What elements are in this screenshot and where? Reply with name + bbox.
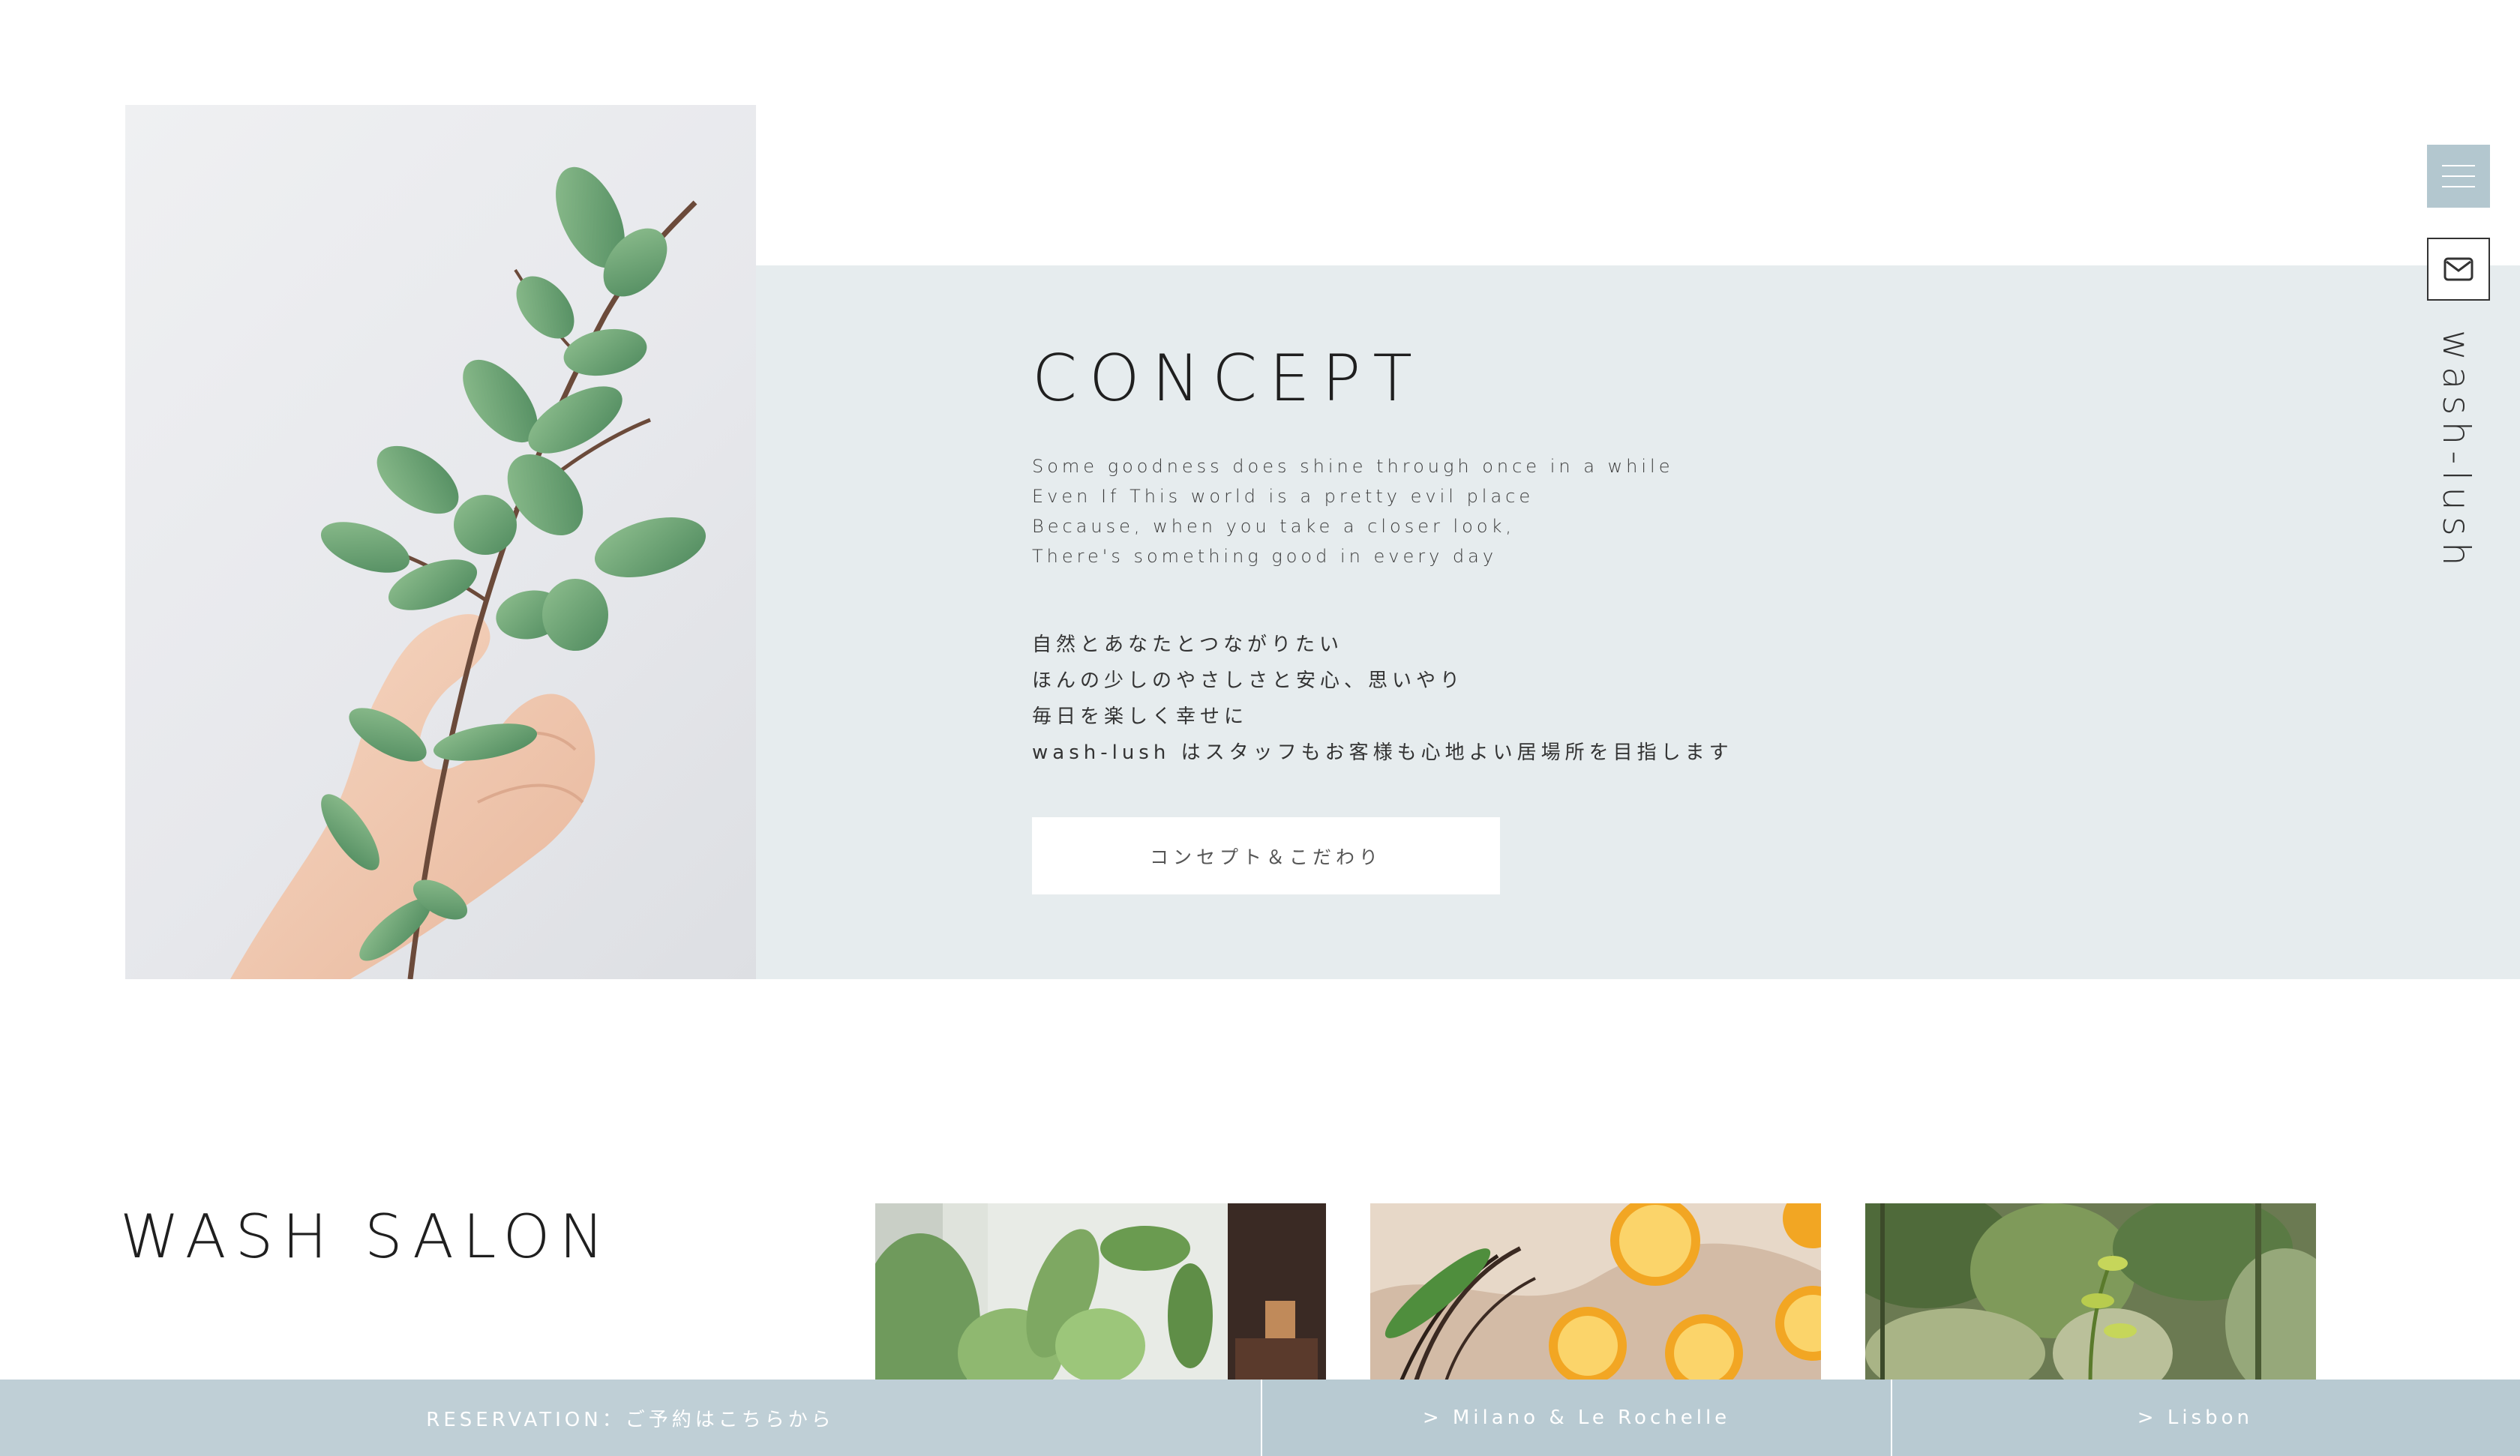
- hamburger-icon: [2442, 175, 2475, 177]
- concept-japanese-line: 毎日を楽しく幸せに: [1032, 706, 1249, 728]
- lisbon-link[interactable]: > Lisbon: [1891, 1380, 2520, 1456]
- salon-photo-oranges[interactable]: [1370, 1203, 1821, 1383]
- salon-section-title: WASH SALON: [120, 1202, 614, 1272]
- concept-details-button[interactable]: コンセプト＆こだわり: [1032, 817, 1500, 894]
- page: CONCEPT Some goodness does shine through…: [0, 0, 2520, 1456]
- concept-japanese-line: ほんの少しのやさしさと安心、思いやり: [1032, 670, 1465, 692]
- concept-english-line: Some goodness does shine through once in…: [1032, 456, 1674, 477]
- menu-button[interactable]: [2427, 145, 2490, 208]
- concept-japanese-text: 自然とあなたとつながりたい ほんの少しのやさしさと安心、思いやり 毎日を楽しく幸…: [1032, 627, 1733, 771]
- concept-japanese-line: 自然とあなたとつながりたい: [1032, 634, 1343, 656]
- concept-english-line: Even If This world is a pretty evil plac…: [1032, 486, 1534, 507]
- bottom-navigation-bar: RESERVATION：ご予約はこちらから > Milano & Le Roch…: [0, 1380, 2520, 1456]
- concept-section-background: [756, 265, 2520, 979]
- concept-japanese-line: wash-lush はスタッフもお客様も心地よい居場所を目指します: [1032, 741, 1733, 764]
- milano-le-rochelle-link[interactable]: > Milano & Le Rochelle: [1261, 1380, 1891, 1456]
- hamburger-icon: [2442, 165, 2475, 166]
- eucalyptus-hand-photo: [125, 105, 756, 979]
- salon-photo-greenery[interactable]: [1865, 1203, 2316, 1383]
- hamburger-icon: [2442, 186, 2475, 187]
- concept-english-line: There's something good in every day: [1032, 546, 1498, 567]
- reservation-link[interactable]: RESERVATION：ご予約はこちらから: [0, 1380, 1261, 1456]
- concept-english-line: Because, when you take a closer look,: [1032, 516, 1516, 537]
- concept-title: CONCEPT: [1032, 341, 1424, 416]
- salon-photo-plants[interactable]: [875, 1203, 1326, 1383]
- brand-logo-vertical[interactable]: wash-lush: [2434, 330, 2478, 572]
- mail-button[interactable]: [2427, 238, 2490, 301]
- mail-icon: [2444, 257, 2474, 281]
- concept-english-text: Some goodness does shine through once in…: [1032, 451, 1673, 571]
